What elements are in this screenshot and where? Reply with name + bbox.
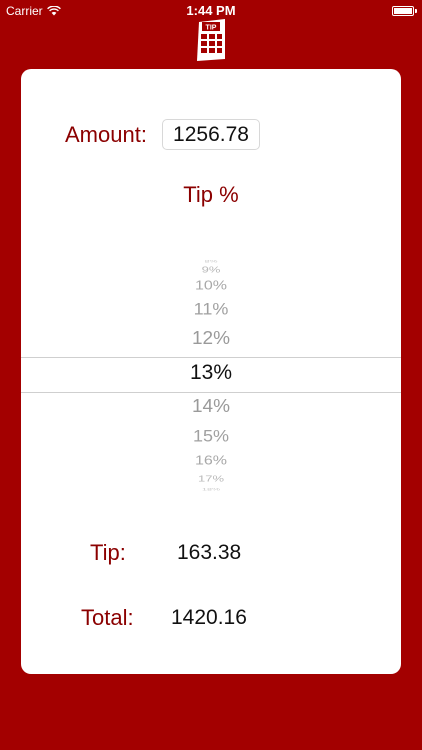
total-value: 1420.16 (171, 606, 247, 629)
battery-icon (392, 6, 417, 16)
picker-option[interactable]: 18% (21, 487, 401, 492)
total-label: Total: (81, 605, 134, 630)
picker-selection-bottom-line (21, 392, 401, 393)
picker-option[interactable]: 11% (21, 300, 401, 319)
picker-option[interactable]: 15% (21, 427, 401, 446)
logo-text: TIP (206, 25, 217, 32)
tip-label: Tip: (90, 540, 126, 565)
tip-percent-picker[interactable]: 8% 9% 10% 11% 12% 13% 14% 15% 16% 17% 18% (21, 254, 401, 492)
tip-percent-label: Tip % (183, 182, 239, 207)
amount-label: Amount: (65, 122, 147, 147)
picker-selected-option[interactable]: 13% (21, 361, 401, 385)
picker-option[interactable]: 10% (21, 279, 401, 294)
calculator-card: Amount: Tip % 8%9% 10% 11% 12% 13% 14% 15% 16% 1… (21, 69, 401, 674)
picker-option[interactable]: 17% (21, 474, 401, 484)
picker-option[interactable]: 16% (21, 454, 401, 469)
picker-option[interactable]: 9% (21, 265, 401, 275)
picker-option[interactable]: 12% (21, 328, 401, 350)
picker-option[interactable]: 8% (21, 259, 401, 264)
tip-value: 163.38 (177, 541, 242, 564)
clock: 1:44 PM (186, 3, 236, 18)
amount-input[interactable] (162, 119, 260, 150)
picker-selection-top-line (21, 357, 401, 358)
tip-calculator-logo-icon: TIP (197, 19, 225, 61)
picker-option[interactable]: 14% (21, 396, 401, 418)
